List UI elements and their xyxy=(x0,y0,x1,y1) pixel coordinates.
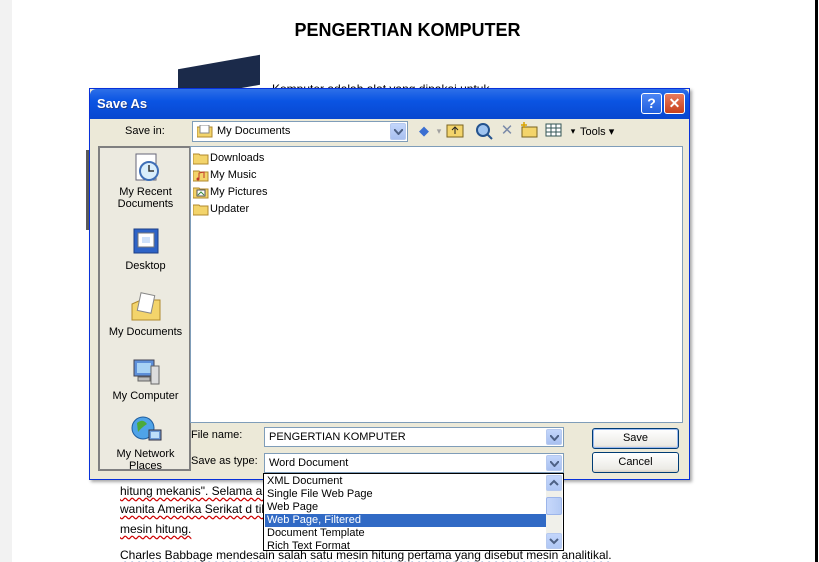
save-as-type-label: Save as type: xyxy=(191,455,258,467)
dialog-title: Save As xyxy=(97,96,148,111)
page-edge xyxy=(815,0,818,562)
desktop-icon xyxy=(133,228,158,254)
file-name-field[interactable]: PENGERTIAN KOMPUTER xyxy=(264,427,564,447)
file-item[interactable]: Downloads xyxy=(193,150,264,166)
my-documents-icon xyxy=(196,124,213,138)
pictures-folder-icon xyxy=(193,187,209,199)
cancel-button[interactable]: Cancel xyxy=(592,452,679,473)
file-name-value: PENGERTIAN KOMPUTER xyxy=(269,431,406,443)
save-in-dropdown[interactable]: My Documents xyxy=(192,121,408,142)
place-label: My Recent Documents xyxy=(117,186,174,210)
place-label: My Computer xyxy=(112,390,179,402)
file-name-label: File name: xyxy=(191,429,243,441)
network-places-icon xyxy=(131,416,161,441)
music-folder-icon xyxy=(193,170,209,182)
file-name: My Pictures xyxy=(210,186,268,198)
dialog-titlebar[interactable]: Save As ? ✕ xyxy=(90,89,689,119)
close-button[interactable]: ✕ xyxy=(664,93,685,114)
file-name: Updater xyxy=(210,203,250,215)
type-option-single-file-web-page[interactable]: Single File Web Page xyxy=(265,488,546,501)
folder-icon xyxy=(193,153,209,165)
new-folder-icon[interactable] xyxy=(520,122,538,140)
file-item[interactable]: Updater xyxy=(193,201,249,217)
document-title: PENGERTIAN KOMPUTER xyxy=(294,20,521,40)
tools-label: Tools xyxy=(580,126,606,138)
up-folder-icon[interactable] xyxy=(446,122,464,140)
place-my-documents[interactable]: My Documents xyxy=(100,292,191,338)
save-as-type-list[interactable]: XML Document Single File Web Page Web Pa… xyxy=(263,473,564,551)
document-margin xyxy=(0,0,12,562)
save-as-type-dropdown[interactable]: Word Document xyxy=(264,453,564,473)
chevron-down-icon[interactable] xyxy=(390,123,406,140)
chevron-down-icon[interactable] xyxy=(546,455,562,471)
save-in-value: My Documents xyxy=(217,125,291,137)
save-as-type-value: Word Document xyxy=(269,457,349,469)
place-label: My Documents xyxy=(108,326,183,338)
views-icon[interactable] xyxy=(545,122,563,140)
type-option-web-page[interactable]: Web Page xyxy=(265,501,546,514)
search-web-icon[interactable] xyxy=(475,122,493,140)
help-button[interactable]: ? xyxy=(641,93,662,114)
scroll-thumb[interactable] xyxy=(546,497,562,515)
type-option-xml-document[interactable]: XML Document xyxy=(265,475,546,488)
place-desktop[interactable]: Desktop xyxy=(100,226,191,272)
save-button[interactable]: Save xyxy=(592,428,679,449)
my-computer-icon xyxy=(133,359,159,385)
folder-icon xyxy=(193,204,209,216)
type-option-rich-text-format[interactable]: Rich Text Format xyxy=(265,540,546,550)
delete-icon[interactable]: ✕ xyxy=(498,122,516,140)
recent-documents-icon xyxy=(135,153,159,181)
type-option-web-page-filtered[interactable]: Web Page, Filtered xyxy=(265,514,546,527)
type-list-scrollbar[interactable] xyxy=(546,475,562,549)
places-bar: My Recent Documents Desktop My Documents… xyxy=(98,146,191,472)
file-item[interactable]: My Pictures xyxy=(193,184,267,200)
save-as-dialog: Save As ? ✕ Save in: My Documents ◆ ▾ ✕ … xyxy=(89,88,690,480)
file-name: Downloads xyxy=(210,152,265,164)
place-my-computer[interactable]: My Computer xyxy=(100,356,191,402)
tools-menu[interactable]: Tools ▾ xyxy=(580,125,614,138)
place-label: My Network Places xyxy=(116,448,175,472)
place-label: Desktop xyxy=(125,260,166,272)
file-list[interactable]: Downloads My Music My Pictures Updater xyxy=(190,146,683,423)
document-text-line: mesin hitung. xyxy=(120,522,192,536)
my-documents-icon xyxy=(131,292,160,321)
place-my-network-places[interactable]: My Network Places xyxy=(100,414,191,472)
save-in-label: Save in: xyxy=(125,125,165,137)
place-my-recent-documents[interactable]: My Recent Documents xyxy=(100,152,191,210)
type-option-document-template[interactable]: Document Template xyxy=(265,527,546,540)
scroll-up-button[interactable] xyxy=(546,475,562,491)
file-item[interactable]: My Music xyxy=(193,167,256,183)
scroll-down-button[interactable] xyxy=(546,533,562,549)
chevron-down-icon[interactable] xyxy=(546,429,562,445)
file-name: My Music xyxy=(210,169,257,181)
